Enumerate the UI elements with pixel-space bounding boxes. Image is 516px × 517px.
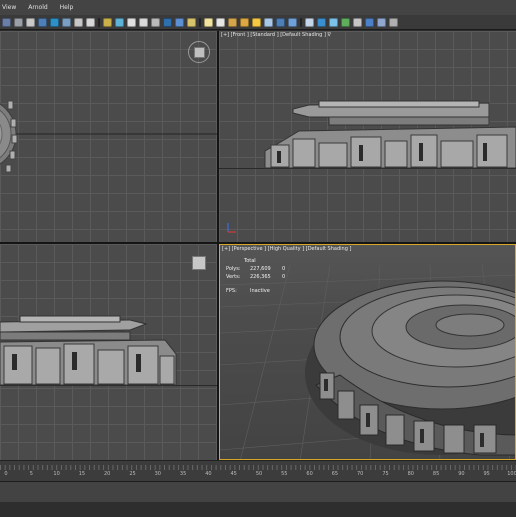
top-view-model — [0, 100, 217, 173]
toolbar-tool-icon[interactable] — [2, 17, 11, 27]
toolbar-tool-icon[interactable] — [365, 17, 374, 27]
menu-help[interactable]: Help — [60, 4, 74, 11]
toolbar-tool-icon[interactable] — [288, 17, 297, 27]
toolbar-tool-icon[interactable] — [204, 17, 213, 27]
stats-header: Total — [244, 258, 256, 264]
timeline-tick-label: 50 — [255, 471, 263, 477]
verts-total: 226,365 — [250, 274, 271, 280]
timeline-tick-label: 35 — [179, 471, 187, 477]
toolbar-tool-icon[interactable] — [187, 17, 196, 27]
timeline-tick-label: 60 — [306, 471, 313, 477]
toolbar-tool-icon[interactable] — [26, 17, 35, 27]
toolbar-tool-icon[interactable] — [74, 17, 83, 27]
timeline-tick-label: 10 — [53, 471, 60, 477]
timeline-tick-label: 5 — [29, 471, 33, 477]
toolbar-tool-icon[interactable] — [264, 17, 273, 27]
stats-overlay: Total Polys: 227,609 0 Verts: 226,365 0 … — [226, 257, 285, 295]
toolbar-tool-icon[interactable] — [86, 17, 95, 27]
toolbar-separator — [199, 17, 201, 27]
polys-selected: 0 — [282, 266, 286, 272]
toolbar-tool-icon[interactable] — [228, 17, 237, 27]
toolbar-tool-icon[interactable] — [127, 17, 136, 27]
menu-arnold[interactable]: Arnold — [28, 4, 47, 11]
toolbar-tool-icon[interactable] — [14, 17, 23, 27]
timeline-tick-label: 45 — [230, 471, 237, 477]
toolbar-tool-icon[interactable] — [103, 17, 112, 27]
toolbar-tool-icon[interactable] — [139, 17, 148, 27]
polys-total: 227,609 — [250, 266, 271, 272]
toolbar-tool-icon[interactable] — [389, 17, 398, 27]
viewcube-icon-left[interactable] — [192, 256, 206, 270]
timeline-tick-label: 95 — [483, 471, 490, 477]
timeline-tick-label: 90 — [458, 471, 465, 477]
toolbar-tool-icon[interactable] — [175, 17, 184, 27]
viewport-top[interactable] — [0, 31, 217, 242]
timeline-tick-label: 15 — [78, 471, 86, 477]
timeline-numbers: 0 5 10 15 20 25 30 35 40 45 50 55 60 65 70 75 80 85 90 95 10… — [0, 471, 516, 479]
toolbar-tool-icon[interactable] — [341, 17, 350, 27]
toolbar-tool-icon[interactable] — [151, 17, 160, 27]
viewport-left[interactable] — [0, 244, 217, 460]
timeline-tick-label: 30 — [154, 471, 161, 477]
axis-gizmo-icon — [227, 223, 236, 233]
verts-label: Verts: — [226, 274, 241, 280]
fps-value: Inactive — [250, 288, 270, 294]
status-strip — [0, 482, 516, 502]
status-bar — [0, 481, 516, 517]
toolbar-tool-icon[interactable] — [252, 17, 261, 27]
toolbar-tool-icon[interactable] — [115, 17, 124, 27]
toolbar-tool-icon[interactable] — [377, 17, 386, 27]
toolbar-tool-icon[interactable] — [38, 17, 47, 27]
viewport-perspective[interactable]: [+] [Perspective ] [High Quality ] [Defa… — [219, 244, 516, 460]
menu-bar: View Arnold Help — [0, 0, 516, 15]
timeline-tick-label: 80 — [407, 471, 414, 477]
polys-label: Polys: — [226, 266, 241, 272]
timeline-tick-label: 70 — [357, 471, 364, 477]
menu-view[interactable]: View — [2, 4, 16, 11]
main-toolbar — [0, 15, 516, 30]
toolbar-tool-icon[interactable] — [353, 17, 362, 27]
toolbar-tool-icon[interactable] — [62, 17, 71, 27]
timeline-tick-label: 100 — [507, 471, 516, 477]
toolbar-separator — [98, 17, 100, 27]
viewport-area: [+] [Front ] [Standard ] [Default Shadin… — [0, 31, 516, 460]
toolbar-separator — [300, 17, 302, 27]
timeline-tick-label: 75 — [382, 471, 389, 477]
viewport-front[interactable]: [+] [Front ] [Standard ] [Default Shadin… — [219, 31, 516, 242]
toolbar-tool-icon[interactable] — [163, 17, 172, 27]
timeline[interactable]: 0 5 10 15 20 25 30 35 40 45 50 55 60 65 70 75 80 85 90 95 10… — [0, 460, 516, 481]
fps-label: FPS: — [226, 288, 237, 294]
viewcube-icon[interactable] — [188, 41, 210, 63]
toolbar-tool-icon[interactable] — [305, 17, 314, 27]
toolbar-tool-icon[interactable] — [317, 17, 326, 27]
toolbar-tool-icon[interactable] — [276, 17, 285, 27]
timeline-tick-label: 65 — [331, 471, 339, 477]
timeline-tick-label: 40 — [205, 471, 212, 477]
toolbar-tool-icon[interactable] — [240, 17, 249, 27]
toolbar-tool-icon[interactable] — [216, 17, 225, 27]
toolbar-tool-icon[interactable] — [50, 17, 59, 27]
timeline-tick-label: 55 — [281, 471, 288, 477]
timeline-tick-label: 85 — [432, 471, 440, 477]
timeline-tick-label: 20 — [104, 471, 111, 477]
timeline-tick-label: 25 — [129, 471, 136, 477]
front-view-model — [219, 100, 516, 169]
timeline-tick-label: 0 — [4, 471, 8, 477]
left-view-model — [0, 315, 217, 386]
verts-selected: 0 — [282, 274, 286, 280]
toolbar-tool-icon[interactable] — [329, 17, 338, 27]
